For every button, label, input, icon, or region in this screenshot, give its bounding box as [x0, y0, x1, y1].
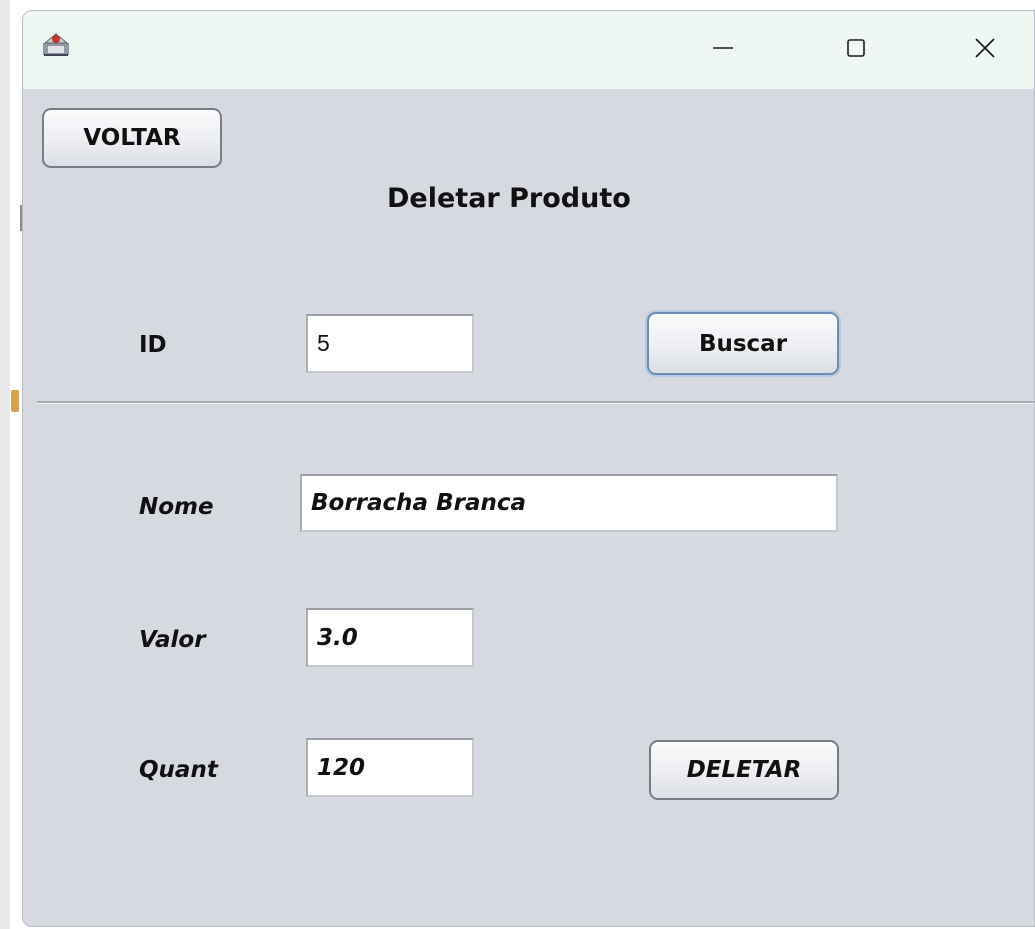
close-icon — [974, 37, 996, 64]
back-button[interactable]: VOLTAR — [42, 108, 222, 168]
background-desktop-strip — [0, 0, 10, 929]
name-field[interactable]: Borracha Branca — [300, 474, 838, 532]
close-button[interactable] — [951, 11, 1019, 89]
maximize-button[interactable] — [822, 11, 890, 89]
search-button[interactable]: Buscar — [647, 312, 839, 375]
price-field[interactable]: 3.0 — [306, 608, 474, 667]
page-title: Deletar Produto — [387, 183, 631, 214]
title-bar[interactable] — [23, 11, 1034, 89]
name-label: Nome — [139, 494, 214, 520]
separator — [37, 401, 1034, 404]
maximize-icon — [845, 37, 867, 64]
delete-button[interactable]: DELETAR — [649, 740, 839, 800]
price-label: Valor — [139, 627, 206, 653]
delete-product-window: VOLTAR Deletar Produto ID 5 Buscar Nome … — [22, 10, 1035, 927]
background-folder-marker — [11, 390, 19, 412]
id-label: ID — [139, 332, 167, 358]
id-field[interactable]: 5 — [306, 314, 474, 373]
minimize-button[interactable] — [689, 11, 757, 89]
minimize-icon — [712, 37, 734, 64]
quantity-label: Quant — [139, 757, 218, 783]
java-app-icon[interactable] — [42, 29, 70, 57]
quantity-field[interactable]: 120 — [306, 738, 474, 797]
